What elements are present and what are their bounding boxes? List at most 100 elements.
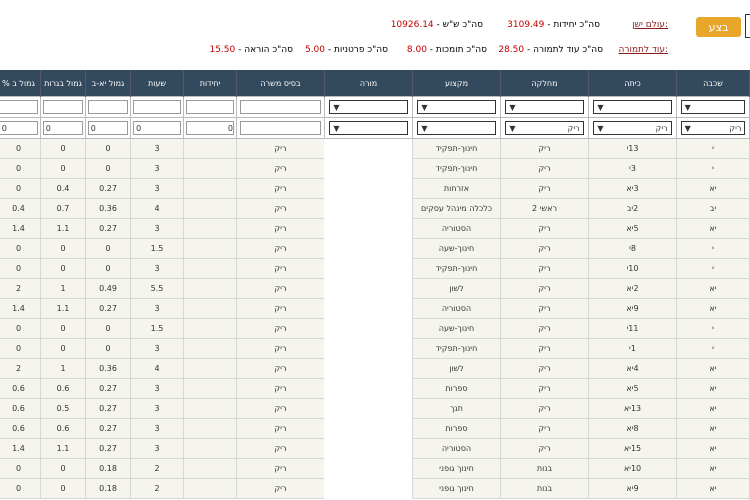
- column-header[interactable]: מחלקה: [500, 70, 589, 97]
- filter-input[interactable]: [186, 100, 234, 114]
- summary-cell: 0: [85, 117, 131, 139]
- table-row[interactable]: יא9יאריקהסטוריהריק30.271.11.437: [0, 298, 750, 319]
- table-cell: 13יא: [588, 398, 677, 419]
- table-cell: ריק: [236, 378, 325, 399]
- table-cell: ריק: [236, 138, 325, 159]
- table-cell: 5יא: [588, 218, 677, 239]
- table-cell: 0: [40, 258, 86, 279]
- filter-input[interactable]: [87, 100, 129, 114]
- table-row[interactable]: יא5יאריקספרותריק30.270.60.637: [0, 378, 750, 399]
- table-cell: 8י: [588, 238, 677, 259]
- table-row[interactable]: י11יריקחינוך-שעהריק1.50001.5: [0, 318, 750, 339]
- cut-off-control[interactable]: [745, 14, 750, 38]
- column-header[interactable]: מקצוע: [412, 70, 501, 97]
- total-units: סה"כ יחידות - 3109.49: [507, 20, 600, 30]
- table-cell: י: [676, 138, 750, 159]
- column-header[interactable]: מורה: [324, 70, 413, 97]
- table-cell: 0: [40, 158, 86, 179]
- table-cell: 4יא: [588, 358, 677, 379]
- table-row[interactable]: יא5יאריקהסטוריהריק30.271.11.437: [0, 218, 750, 239]
- table-cell: יא: [676, 298, 750, 319]
- summary-input[interactable]: 0: [87, 121, 129, 135]
- table-cell: 4: [130, 358, 184, 379]
- table-cell: תנך: [412, 398, 501, 419]
- table-cell: יא: [676, 378, 750, 399]
- summary-input[interactable]: 0: [186, 121, 234, 135]
- table-cell: 0.4: [40, 178, 86, 199]
- column-header[interactable]: יחידות: [183, 70, 237, 97]
- filter-dropdown[interactable]: ▼: [329, 100, 408, 114]
- table-cell: [183, 298, 237, 319]
- table-row[interactable]: יא10יאבנותחינוך גופניריק20.180018: [0, 458, 750, 479]
- filter-dropdown[interactable]: ▼: [593, 100, 672, 114]
- filter-input[interactable]: [240, 100, 321, 114]
- total-weekly-hours: סה"כ ש"ש - 10926.14: [390, 20, 483, 30]
- column-header[interactable]: בסיס משרה: [236, 70, 325, 97]
- table-cell: ריק: [500, 218, 589, 239]
- column-header[interactable]: גמול בגרות: [40, 70, 86, 97]
- filter-input[interactable]: [133, 100, 181, 114]
- summary-dropdown[interactable]: ריק ▼: [680, 121, 746, 135]
- table-cell: [324, 418, 413, 439]
- filter-cell: [0, 96, 41, 118]
- table-cell: 2יב: [588, 198, 677, 219]
- filter-dropdown[interactable]: ▼: [417, 100, 496, 114]
- summary-dropdown[interactable]: ▼: [417, 121, 496, 135]
- summary-cell: ▼: [324, 117, 413, 139]
- summary-input[interactable]: [240, 121, 321, 135]
- table-row[interactable]: יא3יאריקאזרחותריק30.270.4067: [0, 178, 750, 199]
- table-row[interactable]: י10יריקחינוך-תפקידריק30003: [0, 258, 750, 279]
- column-header[interactable]: גמול ב %: [0, 70, 41, 97]
- table-cell: 0.27: [85, 438, 131, 459]
- table-cell: 0: [0, 338, 41, 359]
- table-cell: ריק: [500, 178, 589, 199]
- summary-input[interactable]: 0: [133, 121, 181, 135]
- table-cell: ריק: [236, 438, 325, 459]
- filter-dropdown[interactable]: ▼: [680, 100, 746, 114]
- summary-input[interactable]: 0: [0, 121, 39, 135]
- table-cell: ריק: [500, 138, 589, 159]
- filter-dropdown[interactable]: ▼: [505, 100, 584, 114]
- table-cell: 3: [130, 418, 184, 439]
- column-header[interactable]: שעות: [130, 70, 184, 97]
- table-row[interactable]: י13יריקחינוך-תפקידריק30003: [0, 138, 750, 159]
- table-cell: 0.27: [85, 298, 131, 319]
- summary-dropdown[interactable]: ריק ▼: [593, 121, 672, 135]
- table-cell: 1.1: [40, 218, 86, 239]
- table-row[interactable]: יא4יאריקלשוןריק40.361236: [0, 358, 750, 379]
- table-row[interactable]: י3יריקחינוך-תפקידריק30003: [0, 158, 750, 179]
- table-cell: יא: [676, 418, 750, 439]
- table-row[interactable]: יא2יאריקלשוןריק5.50.491299: [0, 278, 750, 299]
- table-cell: י: [676, 238, 750, 259]
- column-header[interactable]: כיתה: [588, 70, 677, 97]
- old-world-link[interactable]: עולם ישן:: [632, 20, 668, 30]
- table-cell: 3: [130, 438, 184, 459]
- table-row[interactable]: יא8יאריקספרותריק30.270.60.637: [0, 418, 750, 439]
- table-cell: [183, 418, 237, 439]
- column-header[interactable]: שכבה: [676, 70, 750, 97]
- table-row[interactable]: י8יריקחינוך-שעהריק1.50001.5: [0, 238, 750, 259]
- execute-button[interactable]: בצע: [696, 17, 741, 37]
- table-cell: [183, 158, 237, 179]
- table-cell: [324, 158, 413, 179]
- wait-staffing-link[interactable]: עוד לתמורה:: [619, 45, 668, 55]
- table-cell: 15יא: [588, 438, 677, 459]
- table-row[interactable]: יב 2יב ראשי 2 כלכלה מינהל עסקים ריק 4 0.36 0.7 0…: [0, 198, 750, 219]
- summary-dropdown[interactable]: ריק ▼: [505, 121, 584, 135]
- summary-input[interactable]: 0: [42, 121, 84, 135]
- table-row[interactable]: יא13יאריקתנךריק30.270.50.677: [0, 398, 750, 419]
- filter-input[interactable]: [42, 100, 84, 114]
- table-cell: ראשי 2: [500, 198, 589, 219]
- table-cell: חינוך-תפקיד: [412, 338, 501, 359]
- summary-dropdown[interactable]: ▼: [329, 121, 408, 135]
- table-row[interactable]: י1יריקחינוך-תפקידריק30003: [0, 338, 750, 359]
- filter-input[interactable]: [0, 100, 39, 114]
- chevron-down-icon: ▼: [333, 102, 340, 112]
- table-row[interactable]: יא9יאבנותחינוך גופניריק20.180018: [0, 478, 750, 499]
- table-cell: [324, 278, 413, 299]
- table-row[interactable]: יא15יאריקהסטוריהריק30.271.11.437: [0, 438, 750, 459]
- table-cell: ריק: [500, 438, 589, 459]
- column-header[interactable]: גמול יא-ב: [85, 70, 131, 97]
- table-cell: [183, 478, 237, 499]
- summary-cell: [236, 117, 325, 139]
